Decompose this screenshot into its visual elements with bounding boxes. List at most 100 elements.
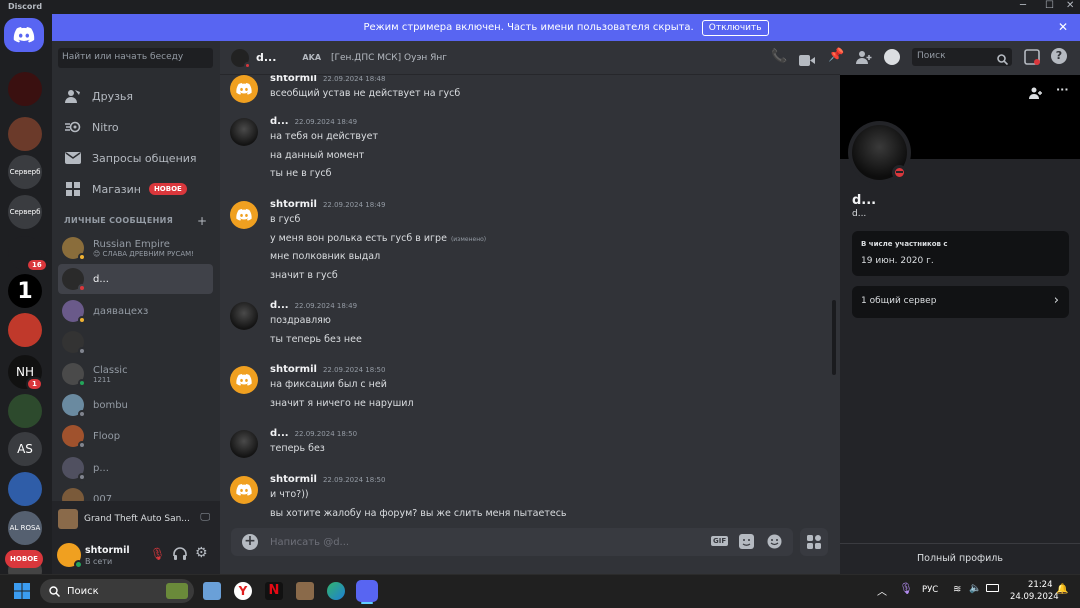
taskbar-photos-icon[interactable] (203, 582, 221, 600)
pinned-messages-icon[interactable]: 📌 (828, 48, 844, 63)
add-friends-to-dm-icon[interactable] (856, 49, 872, 68)
server-icon[interactable]: Серверб (8, 155, 42, 189)
tray-overflow-chevron-icon[interactable]: ︿ (877, 583, 887, 598)
disable-streamer-mode-button[interactable]: Отключить (701, 19, 769, 36)
tray-volume-icon[interactable]: 🔈 (969, 583, 981, 594)
window-title: Discord (8, 2, 43, 11)
message-author-name[interactable]: shtormil (270, 474, 317, 485)
close-window-icon[interactable]: ✕ (1066, 0, 1074, 11)
gif-button[interactable]: GIF (711, 536, 729, 546)
nav-friends[interactable]: Друзья (58, 82, 213, 110)
sticker-icon[interactable] (739, 534, 754, 552)
discord-avatar-icon[interactable] (230, 75, 258, 103)
taskbar-yandex-browser-icon[interactable]: Y (234, 582, 252, 600)
taskbar-edge-icon[interactable] (327, 582, 345, 600)
home-discord-button[interactable] (4, 18, 44, 52)
settings-gear-icon[interactable]: ⚙ (195, 545, 208, 561)
profile-avatar[interactable] (848, 121, 911, 184)
discord-avatar-icon[interactable] (230, 476, 258, 504)
user-avatar[interactable] (57, 543, 83, 569)
tray-notifications-icon[interactable]: 🔔 (1056, 584, 1068, 595)
headphones-icon[interactable] (173, 546, 187, 565)
full-profile-link[interactable]: Полный профиль (840, 553, 1080, 564)
taskbar-netflix-icon[interactable]: N (265, 582, 283, 600)
emoji-icon[interactable] (767, 534, 782, 552)
dm-item[interactable]: d... (58, 264, 213, 294)
dm-item[interactable]: Classic 1211 (58, 359, 213, 389)
user-avatar-dark[interactable] (230, 302, 258, 330)
add-friend-icon[interactable] (1029, 84, 1042, 103)
dm-search-input[interactable]: Найти или начать беседу (58, 48, 213, 68)
message-input[interactable]: + Написать @d... GIF (231, 528, 793, 556)
discord-avatar-icon[interactable] (230, 366, 258, 394)
mute-mic-icon[interactable]: 🎙 (150, 547, 165, 561)
message-author-name[interactable]: d... (270, 300, 289, 311)
user-profile-toggle-icon[interactable] (884, 49, 900, 65)
more-options-icon[interactable]: ··· (1056, 83, 1069, 96)
dm-item[interactable] (58, 327, 213, 357)
message-author[interactable]: shtormil 22.09.2024 18:50 (270, 364, 385, 375)
create-dm-button[interactable]: + (197, 214, 207, 228)
new-servers-badge[interactable]: НОВОЕ (5, 550, 43, 568)
message-author-name[interactable]: shtormil (270, 364, 317, 375)
message-line: и что?)) (270, 489, 309, 500)
dm-item[interactable]: Russian Empire 😊 СЛАВА ДРЕВНИМ РУСАМ! (58, 233, 213, 263)
tray-microphone-icon[interactable]: 🎙 (899, 582, 913, 595)
nav-nitro[interactable]: Nitro (58, 113, 213, 141)
server-icon[interactable]: AL ROSA (8, 511, 42, 545)
message-author[interactable]: shtormil 22.09.2024 18:49 (270, 199, 385, 210)
voice-call-icon[interactable]: 📞 (771, 49, 787, 64)
dm-name: d... (93, 273, 109, 285)
tray-time[interactable]: 21:24 (1028, 580, 1053, 590)
tray-battery-icon[interactable] (986, 584, 999, 592)
tray-language[interactable]: РУС (922, 585, 938, 595)
message-author-name[interactable]: d... (270, 428, 289, 439)
message-author[interactable]: d... 22.09.2024 18:49 (270, 300, 357, 311)
dm-item[interactable]: bombu (58, 390, 213, 420)
server-icon[interactable] (8, 394, 42, 428)
help-icon[interactable]: ? (1051, 48, 1067, 64)
server-icon[interactable] (8, 472, 42, 506)
tray-date[interactable]: 24.09.2024 (1010, 592, 1059, 602)
server-icon[interactable] (8, 117, 42, 151)
server-icon[interactable] (8, 313, 42, 347)
minimize-icon[interactable]: ─ (1020, 0, 1026, 11)
screen-share-icon[interactable]: 🖵 (200, 512, 210, 523)
game-activity-bar[interactable]: Grand Theft Auto San... 🖵 (52, 501, 220, 536)
windows-start-icon[interactable] (14, 583, 30, 603)
message-author-name[interactable]: shtormil (270, 199, 317, 210)
apps-button[interactable] (800, 528, 828, 556)
nav-message-requests[interactable]: Запросы общения (58, 144, 213, 172)
server-icon[interactable]: Серверб (8, 195, 42, 229)
message-author[interactable]: shtormil 22.09.2024 18:48 (270, 75, 385, 84)
server-icon[interactable] (8, 72, 42, 106)
dm-item[interactable]: Floop (58, 421, 213, 451)
message-text: на данный момент (270, 149, 365, 161)
inbox-icon[interactable] (1024, 49, 1040, 69)
message-author[interactable]: d... 22.09.2024 18:50 (270, 428, 357, 439)
chat-scrollbar[interactable] (832, 300, 836, 375)
attach-plus-icon[interactable]: + (242, 534, 258, 550)
mutual-servers-card[interactable]: 1 общий сервер › (852, 286, 1069, 318)
video-call-icon[interactable] (799, 51, 815, 70)
taskbar-discord-icon[interactable] (356, 580, 378, 602)
dm-avatar (62, 300, 86, 324)
message-author[interactable]: shtormil 22.09.2024 18:50 (270, 474, 385, 485)
user-avatar-dark[interactable] (230, 430, 258, 458)
message-author-name[interactable]: d... (270, 116, 289, 127)
discord-avatar-icon[interactable] (230, 201, 258, 229)
maximize-icon[interactable]: ☐ (1045, 0, 1054, 11)
user-avatar-dark[interactable] (230, 118, 258, 146)
tray-wifi-icon[interactable]: ≋ (953, 584, 961, 595)
close-banner-icon[interactable]: ✕ (1058, 20, 1068, 34)
nav-shop[interactable]: Магазин НОВОЕ (58, 175, 213, 203)
dm-item[interactable]: даявацехз (58, 296, 213, 326)
message-timestamp: 22.09.2024 18:50 (294, 430, 358, 438)
taskbar-search[interactable]: Поиск (40, 579, 194, 603)
message-author[interactable]: d... 22.09.2024 18:49 (270, 116, 357, 127)
server-icon[interactable]: 1 (8, 274, 42, 308)
server-icon[interactable]: AS (8, 432, 42, 466)
taskbar-gta-icon[interactable] (296, 582, 314, 600)
dm-item[interactable]: p... (58, 453, 213, 483)
message-author-name[interactable]: shtormil (270, 75, 317, 84)
